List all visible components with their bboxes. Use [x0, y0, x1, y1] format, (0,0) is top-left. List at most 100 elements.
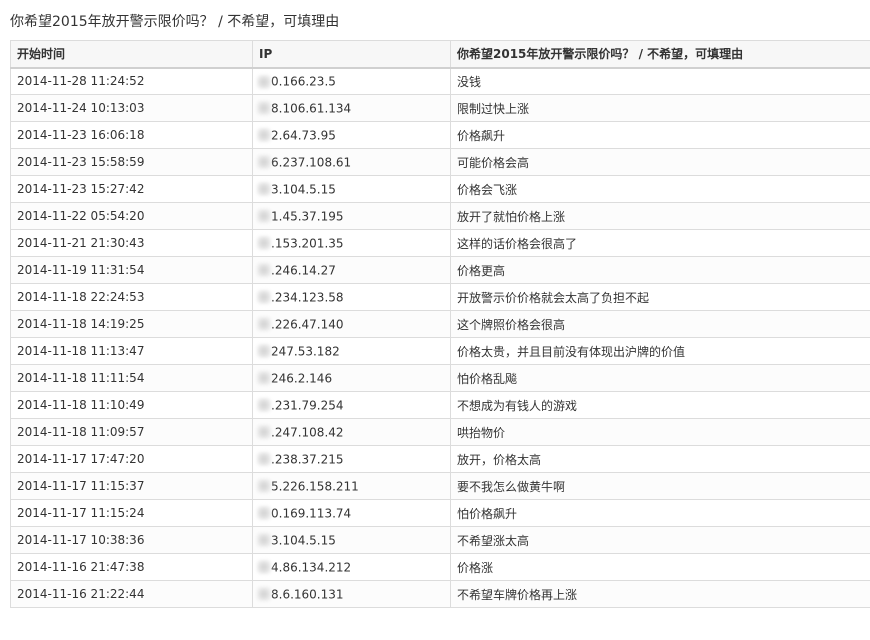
cell-start-time: 2014-11-24 10:13:03 [10, 94, 253, 122]
ip-redaction-blur [257, 398, 271, 413]
cell-start-time: 2014-11-16 21:47:38 [10, 553, 253, 581]
ip-redaction-blur [257, 182, 271, 197]
table-header-row: 开始时间 IP 你希望2015年放开警示限价吗？ / 不希望，可填理由 [10, 40, 870, 69]
ip-redaction-blur [257, 317, 271, 332]
cell-start-time: 2014-11-17 11:15:37 [10, 472, 253, 500]
ip-address-text: .226.47.140 [271, 317, 344, 332]
cell-ip: 8.6.160.131 [252, 580, 451, 608]
column-header-start-time[interactable]: 开始时间 [10, 40, 253, 69]
cell-start-time: 2014-11-18 11:10:49 [10, 391, 253, 419]
cell-answer: 放开，价格太高 [450, 445, 870, 473]
table-row: 2014-11-23 16:06:18 2.64.73.95 价格飙升 [10, 121, 870, 149]
ip-redaction-blur [257, 533, 271, 548]
cell-ip: 4.86.134.212 [252, 553, 451, 581]
ip-address-text: 246.2.146 [271, 371, 333, 386]
cell-answer: 不希望车牌价格再上涨 [450, 580, 870, 608]
cell-start-time: 2014-11-18 11:09:57 [10, 418, 253, 446]
cell-answer: 要不我怎么做黄牛啊 [450, 472, 870, 500]
cell-ip: .234.123.58 [252, 283, 451, 311]
cell-answer: 不希望涨太高 [450, 526, 870, 554]
cell-start-time: 2014-11-17 11:15:24 [10, 499, 253, 527]
ip-address-text: 6.237.108.61 [271, 155, 352, 170]
cell-answer: 没钱 [450, 67, 870, 95]
cell-start-time: 2014-11-17 10:38:36 [10, 526, 253, 554]
cell-answer: 不想成为有钱人的游戏 [450, 391, 870, 419]
cell-ip: 5.226.158.211 [252, 472, 451, 500]
ip-address-text: .153.201.35 [271, 236, 344, 251]
cell-start-time: 2014-11-16 21:22:44 [10, 580, 253, 608]
ip-address-text: 4.86.134.212 [271, 560, 352, 575]
cell-start-time: 2014-11-21 21:30:43 [10, 229, 253, 257]
table-row: 2014-11-18 11:11:54 246.2.146 怕价格乱飚 [10, 364, 870, 392]
table-body: 2014-11-28 11:24:52 0.166.23.5 没钱 2014-11-2… [10, 67, 870, 608]
cell-answer: 这个牌照价格会很高 [450, 310, 870, 338]
cell-ip: .246.14.27 [252, 256, 451, 284]
ip-redaction-blur [257, 74, 271, 89]
cell-start-time: 2014-11-23 15:27:42 [10, 175, 253, 203]
cell-answer: 价格更高 [450, 256, 870, 284]
ip-address-text: 247.53.182 [271, 344, 340, 359]
cell-answer: 价格会飞涨 [450, 175, 870, 203]
cell-start-time: 2014-11-18 14:19:25 [10, 310, 253, 338]
table-row: 2014-11-17 11:15:24 0.169.113.74 怕价格飙升 [10, 499, 870, 527]
cell-start-time: 2014-11-22 05:54:20 [10, 202, 253, 230]
ip-address-text: 8.106.61.134 [271, 101, 352, 116]
table-row: 2014-11-17 10:38:36 3.104.5.15 不希望涨太高 [10, 526, 870, 554]
cell-start-time: 2014-11-17 17:47:20 [10, 445, 253, 473]
survey-results-table: 开始时间 IP 你希望2015年放开警示限价吗？ / 不希望，可填理由 2014… [10, 40, 870, 608]
cell-ip: .247.108.42 [252, 418, 451, 446]
ip-redaction-blur [257, 425, 271, 440]
ip-redaction-blur [257, 101, 271, 116]
cell-ip: 1.45.37.195 [252, 202, 451, 230]
column-header-answer[interactable]: 你希望2015年放开警示限价吗？ / 不希望，可填理由 [450, 40, 870, 69]
cell-answer: 这样的话价格会很高了 [450, 229, 870, 257]
table-row: 2014-11-24 10:13:03 8.106.61.134 限制过快上涨 [10, 94, 870, 122]
cell-ip: .231.79.254 [252, 391, 451, 419]
table-row: 2014-11-18 14:19:25 .226.47.140 这个牌照价格会很高 [10, 310, 870, 338]
cell-start-time: 2014-11-18 11:13:47 [10, 337, 253, 365]
ip-address-text: 8.6.160.131 [271, 587, 344, 602]
cell-ip: 246.2.146 [252, 364, 451, 392]
table-row: 2014-11-28 11:24:52 0.166.23.5 没钱 [10, 67, 870, 95]
cell-start-time: 2014-11-18 22:24:53 [10, 283, 253, 311]
table-row: 2014-11-18 11:10:49 .231.79.254 不想成为有钱人的游戏 [10, 391, 870, 419]
cell-start-time: 2014-11-19 11:31:54 [10, 256, 253, 284]
cell-ip: 3.104.5.15 [252, 526, 451, 554]
ip-address-text: 3.104.5.15 [271, 182, 336, 197]
table-row: 2014-11-16 21:47:38 4.86.134.212 价格涨 [10, 553, 870, 581]
ip-redaction-blur [257, 344, 271, 359]
ip-address-text: 0.166.23.5 [271, 74, 336, 89]
ip-redaction-blur [257, 263, 271, 278]
cell-answer: 可能价格会高 [450, 148, 870, 176]
cell-ip: 3.104.5.15 [252, 175, 451, 203]
ip-address-text: .246.14.27 [271, 263, 336, 278]
cell-answer: 怕价格飙升 [450, 499, 870, 527]
ip-address-text: .247.108.42 [271, 425, 344, 440]
cell-ip: 0.169.113.74 [252, 499, 451, 527]
table-row: 2014-11-22 05:54:20 1.45.37.195 放开了就怕价格上涨 [10, 202, 870, 230]
ip-address-text: 3.104.5.15 [271, 533, 336, 548]
cell-answer: 放开了就怕价格上涨 [450, 202, 870, 230]
cell-answer: 哄抬物价 [450, 418, 870, 446]
ip-address-text: 2.64.73.95 [271, 128, 336, 143]
ip-redaction-blur [257, 209, 271, 224]
cell-answer: 限制过快上涨 [450, 94, 870, 122]
ip-redaction-blur [257, 560, 271, 575]
cell-ip: .238.37.215 [252, 445, 451, 473]
cell-start-time: 2014-11-18 11:11:54 [10, 364, 253, 392]
table-row: 2014-11-23 15:27:42 3.104.5.15 价格会飞涨 [10, 175, 870, 203]
cell-answer: 价格太贵，并且目前没有体现出沪牌的价值 [450, 337, 870, 365]
table-row: 2014-11-17 17:47:20 .238.37.215 放开，价格太高 [10, 445, 870, 473]
table-row: 2014-11-21 21:30:43 .153.201.35 这样的话价格会很高了 [10, 229, 870, 257]
cell-ip: .226.47.140 [252, 310, 451, 338]
cell-start-time: 2014-11-28 11:24:52 [10, 67, 253, 95]
ip-redaction-blur [257, 479, 271, 494]
ip-redaction-blur [257, 371, 271, 386]
ip-address-text: 0.169.113.74 [271, 506, 352, 521]
column-header-ip[interactable]: IP [252, 40, 451, 69]
table-row: 2014-11-19 11:31:54 .246.14.27 价格更高 [10, 256, 870, 284]
cell-start-time: 2014-11-23 15:58:59 [10, 148, 253, 176]
ip-address-text: .231.79.254 [271, 398, 344, 413]
cell-ip: 2.64.73.95 [252, 121, 451, 149]
table-row: 2014-11-23 15:58:59 6.237.108.61 可能价格会高 [10, 148, 870, 176]
